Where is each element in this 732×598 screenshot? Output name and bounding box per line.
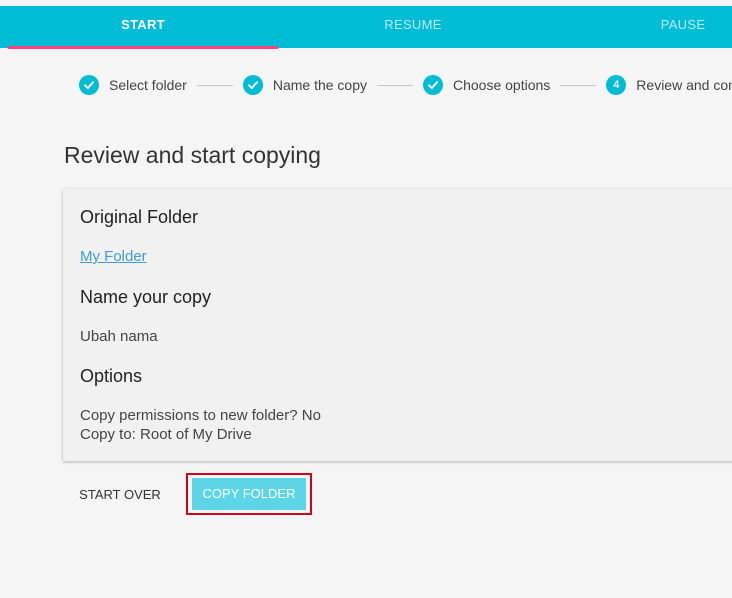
step-connector [196, 84, 233, 86]
start-over-button[interactable]: START OVER [64, 474, 176, 516]
step-number: 4 [613, 79, 620, 91]
original-folder-link[interactable]: My Folder [80, 248, 147, 265]
step-select-folder: Select folder [79, 74, 187, 96]
options-heading: Options [80, 366, 143, 386]
page-title: Review and start copying [64, 142, 321, 168]
tab-start[interactable]: START [8, 6, 278, 48]
active-tab-indicator [8, 46, 278, 49]
checkmark-icon [242, 75, 263, 95]
tab-bar: START RESUME PAUSE [0, 6, 732, 49]
step-label: Choose options [453, 77, 551, 93]
tab-pause[interactable]: PAUSE [548, 6, 732, 48]
original-folder-heading: Original Folder [80, 207, 199, 227]
option-permissions: Copy permissions to new folder? No [80, 407, 321, 424]
review-summary-card: Original Folder My Folder Name your copy… [63, 189, 732, 461]
step-connector [560, 84, 597, 86]
step-connector [377, 84, 413, 86]
stepper: Select folder Name the copy Choose optio… [79, 74, 732, 96]
step-review-confirm: 4 Review and confirm [606, 74, 732, 96]
copy-folder-highlight: COPY FOLDER [186, 473, 312, 515]
copy-folder-button[interactable]: COPY FOLDER [192, 478, 306, 510]
step-name-copy: Name the copy [242, 74, 367, 96]
option-destination: Copy to: Root of My Drive [80, 426, 252, 443]
checkmark-icon [79, 75, 99, 95]
step-number-badge: 4 [606, 75, 627, 95]
step-label: Review and confirm [636, 77, 732, 93]
step-label: Name the copy [272, 77, 367, 93]
copy-name-heading: Name your copy [80, 287, 212, 307]
step-label: Select folder [109, 77, 187, 93]
step-choose-options: Choose options [423, 74, 550, 96]
copy-name-value: Ubah nama [80, 328, 158, 345]
tab-resume[interactable]: RESUME [278, 6, 548, 48]
checkmark-icon [423, 75, 443, 95]
